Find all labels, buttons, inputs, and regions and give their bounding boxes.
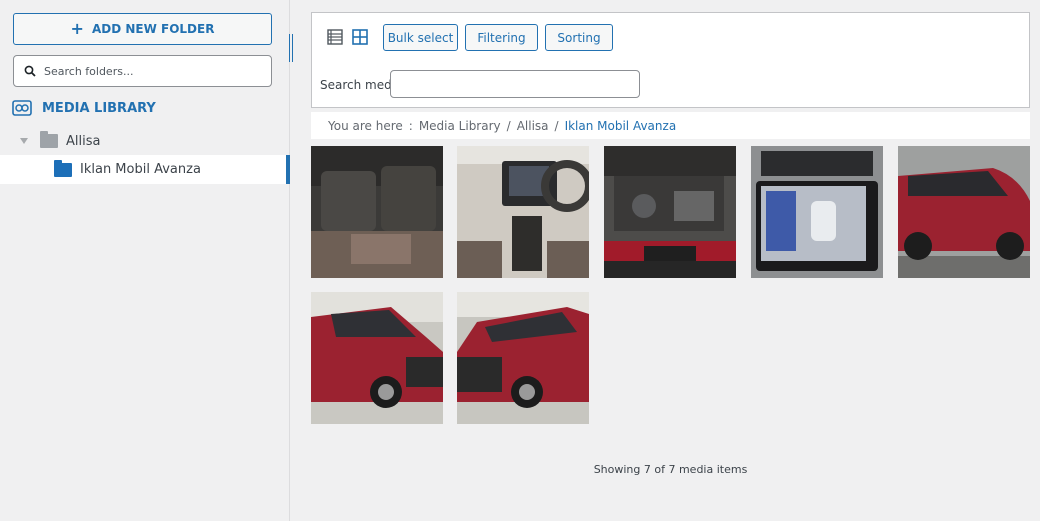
media-thumbnail[interactable]: [311, 146, 443, 278]
red-car-side-image: [898, 146, 1030, 278]
folder-icon: [54, 159, 72, 177]
media-library-label: MEDIA LIBRARY: [42, 100, 156, 116]
breadcrumb: You are here : Media Library / Allisa / …: [311, 112, 1030, 139]
breadcrumb-item-current: Iklan Mobil Avanza: [564, 118, 677, 133]
breadcrumb-separator: /: [506, 118, 511, 133]
media-library-root[interactable]: MEDIA LIBRARY: [12, 100, 156, 116]
media-thumbnail[interactable]: [751, 146, 883, 278]
add-new-folder-button[interactable]: + ADD NEW FOLDER: [13, 13, 272, 45]
red-car-front-right-image: [457, 292, 589, 424]
folder-icon: [40, 131, 58, 148]
breadcrumb-prefix: You are here: [328, 118, 403, 133]
breadcrumb-separator: /: [554, 118, 559, 133]
filtering-button[interactable]: Filtering: [465, 24, 538, 51]
plus-icon: +: [70, 19, 84, 38]
grid-view-icon[interactable]: [352, 29, 368, 45]
search-media-input[interactable]: [390, 70, 640, 98]
media-toolbar: Bulk select Filtering Sorting Search med…: [311, 12, 1030, 108]
car-interior-image: [311, 146, 443, 278]
add-new-folder-label: ADD NEW FOLDER: [91, 22, 215, 36]
breadcrumb-colon: :: [408, 118, 413, 133]
folder-label: Iklan Mobil Avanza: [80, 162, 201, 177]
sidebar-resize-handle[interactable]: [287, 34, 295, 62]
media-library-icon: [12, 100, 32, 116]
car-dashboard-image: [457, 146, 589, 278]
search-folders-input[interactable]: [44, 64, 254, 78]
folder-item-iklan-mobil-avanza[interactable]: Iklan Mobil Avanza: [0, 155, 290, 184]
list-view-icon[interactable]: [327, 29, 343, 45]
media-thumbnail[interactable]: [457, 292, 589, 424]
bulk-select-button[interactable]: Bulk select: [383, 24, 458, 51]
folder-item-allisa[interactable]: Allisa: [0, 128, 290, 154]
red-car-front-left-image: [311, 292, 443, 424]
search-icon: [24, 65, 36, 77]
media-thumbnail[interactable]: [311, 292, 443, 424]
car-engine-image: [604, 146, 736, 278]
media-thumbnail[interactable]: [604, 146, 736, 278]
breadcrumb-item-media-library[interactable]: Media Library: [419, 119, 501, 133]
caret-down-icon[interactable]: [20, 138, 28, 144]
media-count-status: Showing 7 of 7 media items: [593, 463, 748, 476]
car-headunit-image: [751, 146, 883, 278]
active-indicator: [286, 155, 290, 184]
search-folders-field[interactable]: [13, 55, 272, 87]
media-thumbnail[interactable]: [457, 146, 589, 278]
folder-sidebar: + ADD NEW FOLDER MEDIA LIBRARY Allisa Ik…: [0, 0, 290, 521]
media-thumbnail[interactable]: [898, 146, 1030, 278]
sorting-button[interactable]: Sorting: [545, 24, 613, 51]
folder-label: Allisa: [66, 133, 101, 149]
breadcrumb-item-allisa[interactable]: Allisa: [517, 119, 549, 133]
